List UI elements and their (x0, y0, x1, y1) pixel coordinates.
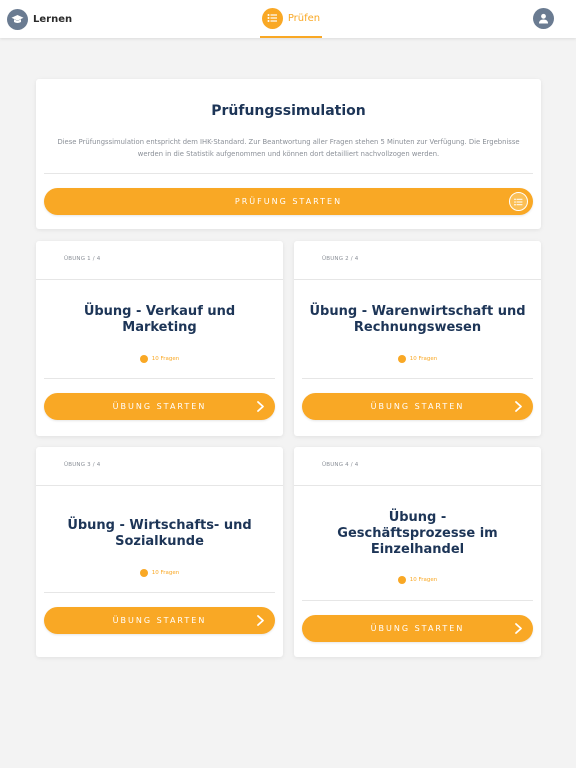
list-icon (509, 192, 528, 211)
exercise-title: Übung - Verkauf und Marketing (83, 304, 236, 335)
chevron-right-icon (515, 401, 522, 412)
nav-tab-pruefen-label: Prüfen (287, 12, 321, 24)
user-profile-button[interactable] (533, 8, 554, 29)
dot-icon (139, 355, 148, 363)
question-count-label: 10 Fragen (151, 356, 180, 362)
start-exercise-button-label: ÜBUNG STARTEN (370, 624, 465, 633)
divider (302, 378, 533, 379)
dot-icon (397, 576, 406, 584)
question-count: 10 Fragen (294, 576, 541, 584)
list-icon (261, 7, 283, 29)
start-exercise-button-label: ÜBUNG STARTEN (370, 402, 465, 411)
divider (36, 279, 283, 280)
divider (44, 378, 275, 379)
exercise-number: ÜBUNG 2 / 4 (322, 256, 359, 262)
question-count: 10 Fragen (36, 569, 283, 577)
exercise-number: ÜBUNG 3 / 4 (64, 462, 101, 468)
exercise-title: Übung - Warenwirtschaft und Rechnungswes… (309, 304, 526, 335)
chevron-right-icon (257, 615, 264, 626)
start-exercise-button[interactable]: ÜBUNG STARTEN (44, 607, 275, 634)
user-icon (533, 8, 554, 29)
start-exam-button-label: PRÜFUNG STARTEN (234, 197, 343, 206)
divider (294, 279, 541, 280)
divider (44, 173, 533, 174)
chevron-right-icon (257, 401, 264, 412)
dot-icon (397, 355, 406, 363)
nav-tab-pruefen[interactable]: Prüfen (260, 0, 322, 38)
question-count: 10 Fragen (36, 355, 283, 363)
simulation-description: Diese Prüfungssimulation entspricht dem … (57, 138, 520, 158)
exercise-card: ÜBUNG 2 / 4 Übung - Warenwirtschaft und … (294, 241, 541, 436)
start-exercise-button-label: ÜBUNG STARTEN (112, 402, 207, 411)
exercise-number: ÜBUNG 1 / 4 (64, 256, 101, 262)
divider (302, 600, 533, 601)
exercise-title: Übung - Wirtschafts- und Sozialkunde (67, 518, 252, 549)
chevron-right-icon (515, 623, 522, 634)
question-count-label: 10 Fragen (409, 577, 438, 583)
nav-tab-lernen-label: Lernen (33, 13, 73, 25)
question-count: 10 Fragen (294, 355, 541, 363)
simulation-title: Prüfungssimulation (211, 103, 366, 119)
start-exercise-button[interactable]: ÜBUNG STARTEN (302, 615, 533, 642)
exercise-card: ÜBUNG 4 / 4 Übung - Geschäftsprozesse im… (294, 447, 541, 657)
dot-icon (139, 569, 148, 577)
nav-tab-lernen[interactable]: Lernen (7, 8, 72, 30)
divider (44, 592, 275, 593)
question-count-label: 10 Fragen (151, 570, 180, 576)
start-exercise-button-label: ÜBUNG STARTEN (112, 616, 207, 625)
exercise-number: ÜBUNG 4 / 4 (322, 462, 359, 468)
exercise-title: Übung - Geschäftsprozesse im Einzelhande… (337, 510, 498, 557)
graduation-cap-icon (7, 8, 28, 30)
question-count-label: 10 Fragen (409, 356, 438, 362)
start-exercise-button[interactable]: ÜBUNG STARTEN (44, 393, 275, 420)
exercise-card: ÜBUNG 1 / 4 Übung - Verkauf und Marketin… (36, 241, 283, 436)
divider (294, 485, 541, 486)
start-exam-button[interactable]: PRÜFUNG STARTEN (44, 188, 533, 215)
start-exercise-button[interactable]: ÜBUNG STARTEN (302, 393, 533, 420)
exam-simulation-card: Prüfungssimulation Diese Prüfungssimulat… (36, 79, 541, 229)
divider (36, 485, 283, 486)
exercise-card: ÜBUNG 3 / 4 Übung - Wirtschafts- und Soz… (36, 447, 283, 657)
top-navigation-bar: Lernen Prüfen (0, 0, 576, 38)
